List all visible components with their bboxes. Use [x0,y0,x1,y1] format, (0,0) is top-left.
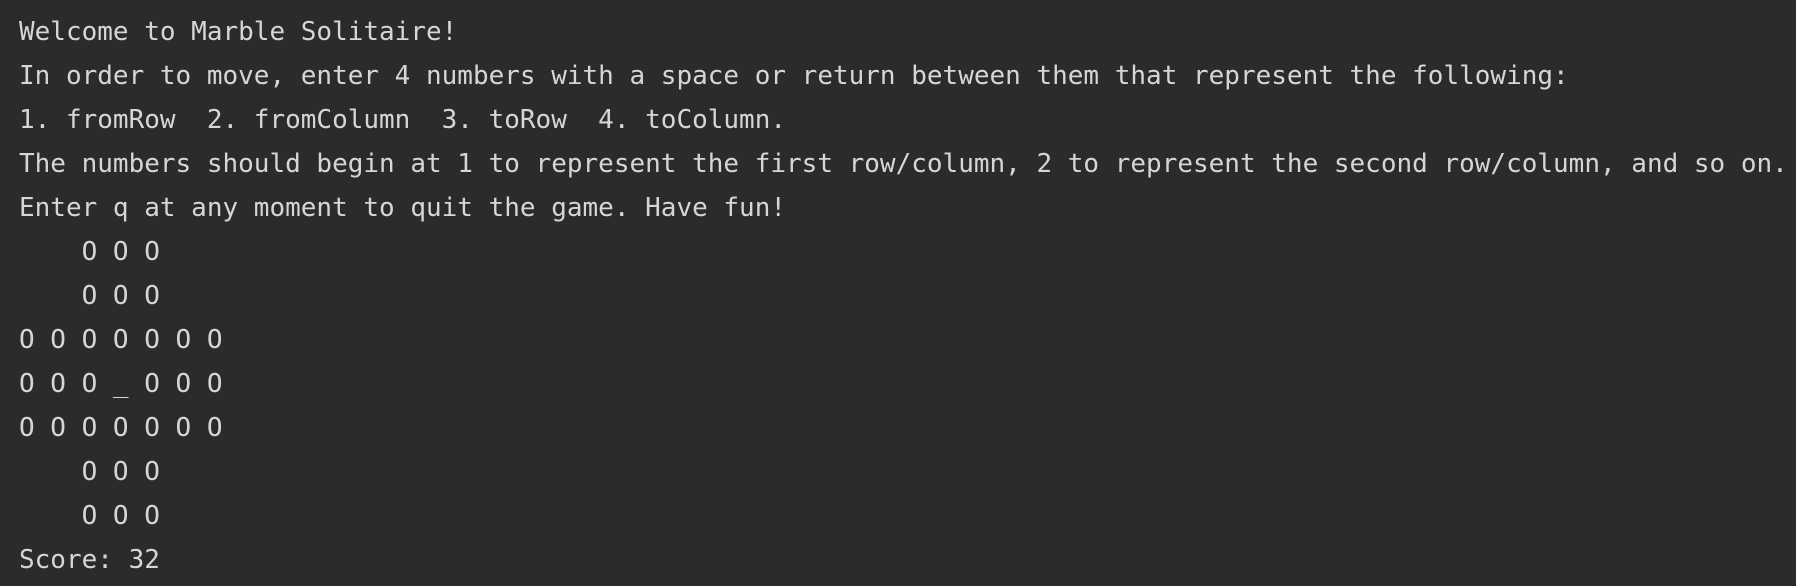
instructions-line: In order to move, enter 4 numbers with a… [19,61,1569,91]
board-row-2: O O O [19,281,160,311]
numbering-line: The numbers should begin at 1 to represe… [19,149,1788,179]
board-row-7: O O O [19,501,160,531]
board-row-3: O O O O O O O [19,325,223,355]
quit-line: Enter q at any moment to quit the game. … [19,193,787,223]
game-board: O O O O O O O O O O O O O O O O _ O O O … [19,234,1796,542]
move-format-line: 1. fromRow 2. fromColumn 3. toRow 4. toC… [19,105,787,135]
board-row-6: O O O [19,457,160,487]
board-row-5: O O O O O O O [19,413,223,443]
board-row-1: O O O [19,237,160,267]
board-row-4: O O O _ O O O [19,369,223,399]
console-output: Welcome to Marble Solitaire! In order to… [0,0,1796,584]
score-line: Score: 32 [19,545,160,575]
welcome-line: Welcome to Marble Solitaire! [19,17,458,47]
